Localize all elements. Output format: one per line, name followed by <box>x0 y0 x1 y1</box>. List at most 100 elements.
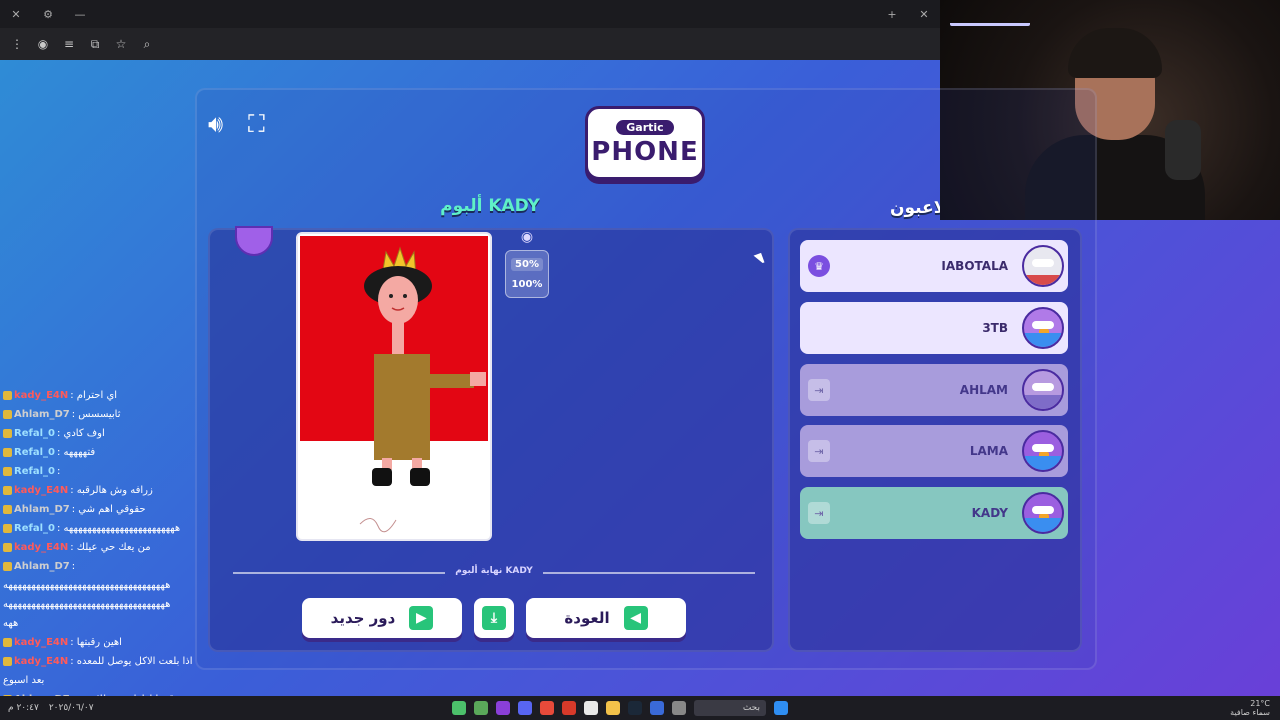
chat-message: kady_E4N: اهين رقبتها <box>0 633 195 652</box>
eye-icon[interactable]: ◉ <box>517 229 537 245</box>
chat-message: kady_E4N: اذا بلعت الاكل يوصل للمعده <box>0 652 195 671</box>
player-row[interactable]: ♛ IABOTALA <box>800 240 1068 292</box>
player-row[interactable]: ⇥ LAMA <box>800 425 1068 477</box>
minimize-icon[interactable]: — <box>64 8 96 21</box>
discord-icon[interactable] <box>518 701 532 715</box>
player-name: AHLAM <box>959 383 1008 397</box>
stream-chat: kady_E4N: اي احترام Ahlam_D7: ثابيسسس Refa… <box>0 386 195 705</box>
player-name: IABOTALA <box>941 259 1008 273</box>
back-label: العودة <box>564 609 610 627</box>
zoom-option-100[interactable]: 100% <box>512 279 543 290</box>
chat-badge-icon <box>3 391 12 400</box>
new-round-button[interactable]: دور جديد ▶ <box>302 598 462 638</box>
chat-message: Ahlam_D7: ثابيسسس <box>0 405 195 424</box>
drawing-figure <box>359 246 486 533</box>
expand-icon[interactable]: ⛶ <box>248 110 278 138</box>
folder-icon[interactable] <box>606 701 620 715</box>
player-row[interactable]: ⇥ KADY <box>800 487 1068 539</box>
chat-badge-icon <box>3 486 12 495</box>
settings-icon[interactable]: ⚙ <box>32 8 64 21</box>
zoom-option-50[interactable]: 50% <box>511 258 543 271</box>
chat-message: Refal_0: اوف كادي <box>0 424 195 443</box>
app-icon[interactable] <box>496 701 510 715</box>
chat-message: هههههههههههههههههههههههههههههههههههه <box>0 595 195 614</box>
zoom-selector[interactable]: 50% 100% <box>505 250 549 298</box>
chat-message: هههههههههههههههههههههههههههههههههههه <box>0 576 195 595</box>
chat-text: ههه <box>3 618 19 629</box>
browser-titlebar: ✕ ⚙ — + ✕ <box>0 0 940 28</box>
play-icon: ▶ <box>409 606 434 630</box>
chat-message: kady_E4N: اي احترام <box>0 386 195 405</box>
player-avatar <box>1022 245 1064 287</box>
weather-widget[interactable]: 21°C سماء صافية <box>1230 699 1270 717</box>
steam-icon[interactable] <box>628 701 642 715</box>
weather-desc: سماء صافية <box>1230 708 1270 717</box>
new-tab-icon[interactable]: + <box>876 8 908 21</box>
chat-username[interactable]: kady_E4N <box>14 542 68 553</box>
chat-badge-icon <box>3 524 12 533</box>
chat-username[interactable]: kady_E4N <box>14 485 68 496</box>
list-icon[interactable]: ≡ <box>58 33 80 55</box>
player-row[interactable]: 3TB <box>800 302 1068 354</box>
exit-icon: ⇥ <box>808 502 830 524</box>
extension-icon[interactable]: ◉ <box>32 33 54 55</box>
browser-toolbar: ⋮ ◉ ≡ ⧉ ☆ ⌕ <box>0 28 940 60</box>
app-icon[interactable] <box>650 701 664 715</box>
divider-left <box>233 572 445 574</box>
chat-username[interactable]: Ahlam_D7 <box>14 561 70 572</box>
chat-username[interactable]: kady_E4N <box>14 637 68 648</box>
chat-username[interactable]: Refal_0 <box>14 523 55 534</box>
album-title: ألبوم KADY <box>440 196 540 216</box>
app-icon[interactable] <box>452 701 466 715</box>
streamer-hair <box>1068 28 1162 78</box>
player-avatar <box>1022 307 1064 349</box>
chrome-icon[interactable] <box>540 701 554 715</box>
chat-text: : ههههههههههههههههههههههههه <box>56 523 181 534</box>
chat-username[interactable]: Refal_0 <box>14 447 55 458</box>
sound-icon[interactable]: 🔊︎ <box>208 110 238 138</box>
chat-text: : اهين رقبتها <box>70 637 122 648</box>
chat-username[interactable]: kady_E4N <box>14 390 68 401</box>
microphone <box>1165 120 1201 180</box>
chat-message: kady_E4N: من يعك حي عيلك <box>0 538 195 557</box>
xbox-icon[interactable] <box>474 701 488 715</box>
close-tab-icon[interactable]: ✕ <box>908 8 940 21</box>
chat-text: : اي احترام <box>70 390 118 401</box>
star-icon[interactable]: ☆ <box>110 33 132 55</box>
chat-badge-icon <box>3 410 12 419</box>
taskbar-search[interactable]: بحث <box>694 700 766 716</box>
app-icon[interactable] <box>562 701 576 715</box>
windows-taskbar: ٢٠:٤٧ م ٢٠٢٥/٠٦/٠٧ بحث 21°C سماء صافية <box>0 696 1280 720</box>
close-icon[interactable]: ✕ <box>0 8 32 21</box>
chat-username[interactable]: Refal_0 <box>14 428 55 439</box>
windows-start-icon[interactable] <box>774 701 788 715</box>
player-avatar <box>1022 369 1064 411</box>
player-avatar <box>1022 430 1064 472</box>
clock-text: ٢٠:٤٧ م <box>8 703 39 713</box>
chat-username[interactable]: Ahlam_D7 <box>14 409 70 420</box>
chat-username[interactable]: Ahlam_D7 <box>14 504 70 515</box>
chat-text: : <box>56 466 61 477</box>
arrow-left-icon: ◀ <box>623 606 648 630</box>
app-icon[interactable] <box>672 701 686 715</box>
share-icon[interactable]: ⧉ <box>84 33 106 55</box>
exit-icon: ⇥ <box>808 440 830 462</box>
chat-message: Refal_0: <box>0 462 195 481</box>
download-button[interactable]: ⤓ <box>474 598 514 638</box>
chat-text: : ثابيسسس <box>71 409 121 420</box>
chat-message: Refal_0: ههههههههههههههههههههههههه <box>0 519 195 538</box>
chat-username[interactable]: kady_E4N <box>14 656 68 667</box>
calendar-icon[interactable] <box>584 701 598 715</box>
chat-username[interactable]: Refal_0 <box>14 466 55 477</box>
chat-text: : اوف كادي <box>56 428 105 439</box>
search-icon[interactable]: ⌕ <box>136 33 158 55</box>
date-text: ٢٠٢٥/٠٦/٠٧ <box>48 703 94 713</box>
player-row[interactable]: ⇥ AHLAM <box>800 364 1068 416</box>
menu-icon[interactable]: ⋮ <box>6 33 28 55</box>
back-button[interactable]: العودة ◀ <box>526 598 686 638</box>
logo-main-text: PHONE <box>591 136 699 167</box>
gartic-phone-logo: Gartic PHONE <box>585 106 705 180</box>
chat-badge-icon <box>3 467 12 476</box>
badge-empty <box>808 317 830 339</box>
new-round-label: دور جديد <box>330 609 396 627</box>
